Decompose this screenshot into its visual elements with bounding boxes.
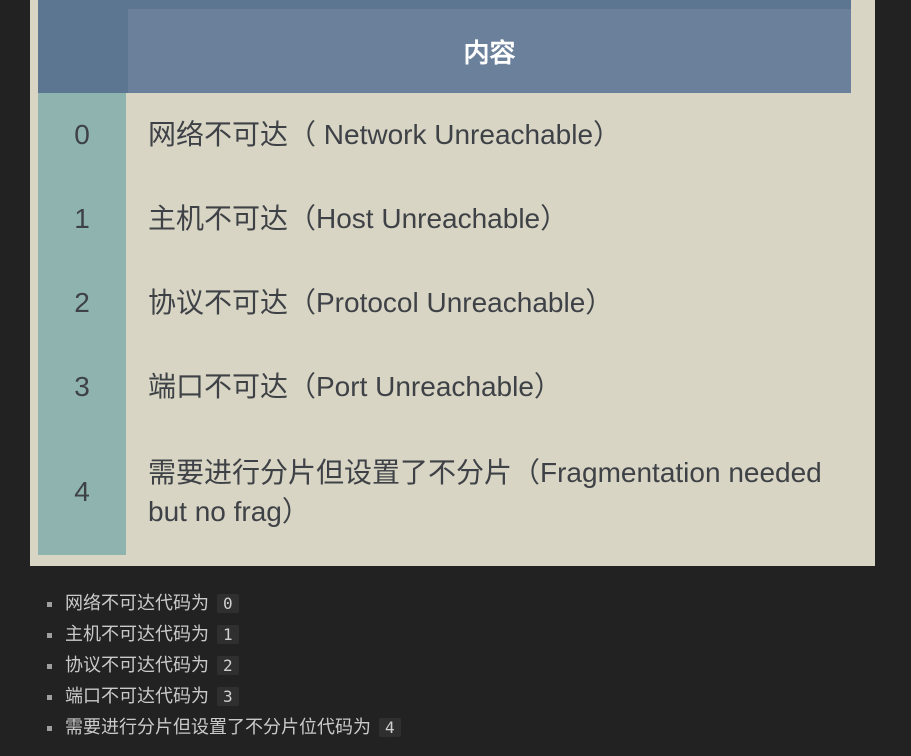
summary-list: 网络不可达代码为 0 主机不可达代码为 1 协议不可达代码为 2 端口不可达代码… <box>45 593 865 748</box>
list-item-code: 1 <box>217 625 239 644</box>
list-item: 协议不可达代码为 2 <box>45 655 865 674</box>
code-cell: 3 <box>38 345 128 429</box>
list-item-code: 2 <box>217 656 239 675</box>
desc-cell: 需要进行分片但设置了不分片（Fragmentation needed but n… <box>128 429 851 555</box>
list-item-code: 4 <box>379 718 401 737</box>
table-row: 4 需要进行分片但设置了不分片（Fragmentation needed but… <box>38 429 851 555</box>
list-item-text: 需要进行分片但设置了不分片位代码为 <box>65 713 371 739</box>
list-item-text: 协议不可达代码为 <box>65 651 209 677</box>
table-header-content: 内容 <box>128 9 851 93</box>
list-item-code: 3 <box>217 687 239 706</box>
code-cell: 2 <box>38 261 128 345</box>
slide-card: 内容 0 网络不可达（ Network Unreachable） 1 主机不可达… <box>30 0 875 566</box>
list-item-text: 端口不可达代码为 <box>65 682 209 708</box>
desc-cell: 端口不可达（Port Unreachable） <box>128 345 851 429</box>
table-header-code <box>38 9 128 93</box>
desc-cell: 网络不可达（ Network Unreachable） <box>128 93 851 177</box>
list-item: 端口不可达代码为 3 <box>45 686 865 705</box>
desc-cell: 主机不可达（Host Unreachable） <box>128 177 851 261</box>
icmp-code-table: 内容 0 网络不可达（ Network Unreachable） 1 主机不可达… <box>38 0 851 555</box>
list-item: 需要进行分片但设置了不分片位代码为 4 <box>45 717 865 736</box>
list-item: 主机不可达代码为 1 <box>45 624 865 643</box>
table-row: 3 端口不可达（Port Unreachable） <box>38 345 851 429</box>
code-cell: 0 <box>38 93 128 177</box>
code-cell: 4 <box>38 429 128 555</box>
table-row: 1 主机不可达（Host Unreachable） <box>38 177 851 261</box>
code-cell: 1 <box>38 177 128 261</box>
list-item-code: 0 <box>217 594 239 613</box>
table-row: 0 网络不可达（ Network Unreachable） <box>38 93 851 177</box>
table-row: 2 协议不可达（Protocol Unreachable） <box>38 261 851 345</box>
table-header-row: 内容 <box>38 9 851 93</box>
list-item-text: 主机不可达代码为 <box>65 620 209 646</box>
list-item-text: 网络不可达代码为 <box>65 589 209 615</box>
table-top-strip <box>38 0 851 9</box>
list-item: 网络不可达代码为 0 <box>45 593 865 612</box>
desc-cell: 协议不可达（Protocol Unreachable） <box>128 261 851 345</box>
